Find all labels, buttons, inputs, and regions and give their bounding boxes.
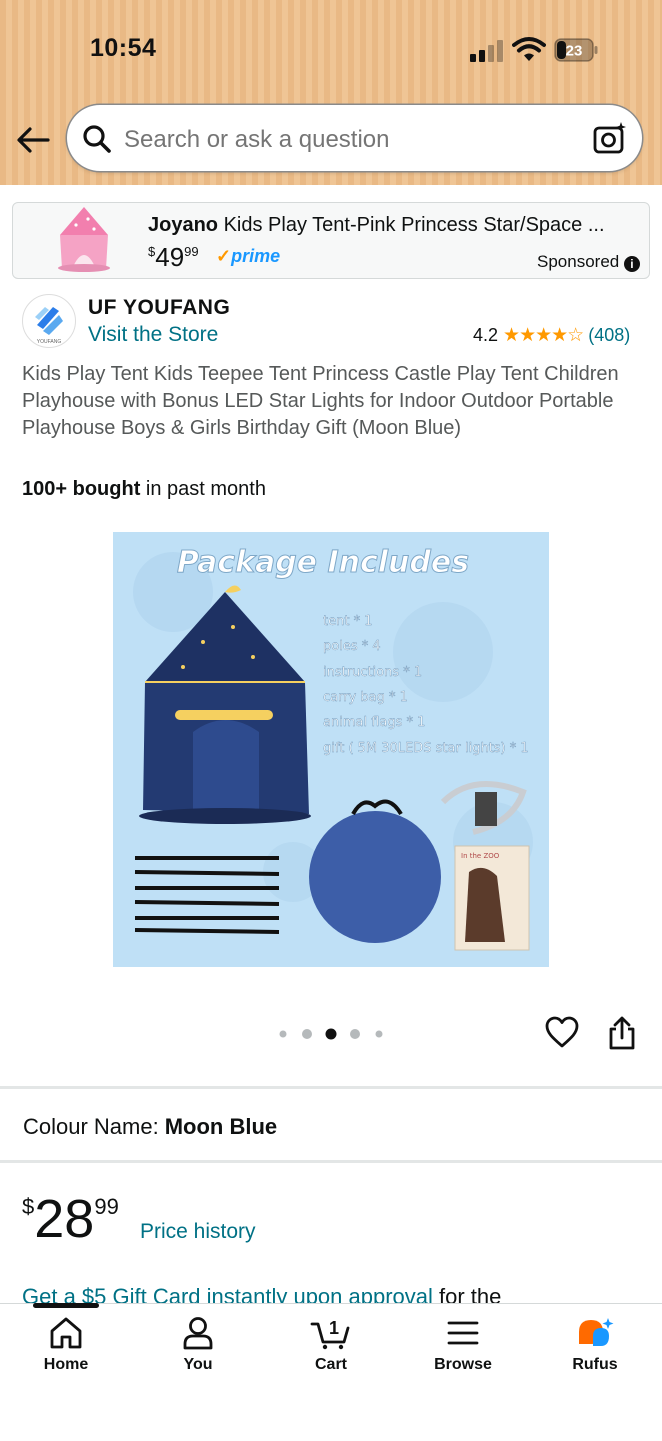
nav-you[interactable]: You bbox=[143, 1316, 253, 1374]
heart-icon[interactable] bbox=[545, 1016, 579, 1050]
product-title: Kids Play Tent Kids Teepee Tent Princess… bbox=[22, 363, 619, 439]
status-time: 10:54 bbox=[90, 34, 157, 62]
sponsored-ad-title[interactable]: Joyano Kids Play Tent-Pink Princess Star… bbox=[148, 214, 633, 237]
nav-home[interactable]: Home bbox=[11, 1316, 121, 1374]
visit-store-link[interactable]: Visit the Store bbox=[88, 323, 218, 347]
package-item: poles * 4 bbox=[323, 639, 381, 654]
package-item: animal flags * 1 bbox=[323, 715, 425, 730]
active-tab-indicator bbox=[33, 1303, 99, 1308]
sponsored-label[interactable]: Sponsored i bbox=[537, 252, 640, 272]
camera-search-icon[interactable] bbox=[592, 120, 628, 156]
product-rating[interactable]: 4.2 ★★★★☆ (408) bbox=[473, 324, 630, 347]
nav-cart[interactable]: 1 Cart bbox=[276, 1316, 386, 1374]
nav-browse[interactable]: Browse bbox=[408, 1316, 518, 1374]
package-item: carry bag * 1 bbox=[323, 690, 408, 705]
cellular-signal-icon bbox=[470, 40, 504, 62]
package-item: instructions * 1 bbox=[323, 665, 422, 680]
prime-badge: ✓prime bbox=[216, 246, 281, 266]
nav-rufus[interactable]: Rufus bbox=[540, 1316, 650, 1374]
carousel-dots[interactable] bbox=[278, 1026, 388, 1042]
youfang-logo-icon: YOUFANG bbox=[35, 307, 63, 345]
divider bbox=[0, 1086, 662, 1089]
sponsored-ad-price: $4999 bbox=[148, 242, 199, 272]
pink-tent-thumbnail[interactable] bbox=[54, 205, 114, 275]
info-icon[interactable]: i bbox=[623, 256, 640, 272]
rufus-icon bbox=[579, 1318, 614, 1346]
product-price: $2899 bbox=[22, 1189, 119, 1249]
star-rating-icon: ★★★★☆ bbox=[503, 325, 584, 346]
back-arrow-icon[interactable] bbox=[14, 122, 54, 158]
cart-icon: 1 bbox=[310, 1318, 350, 1350]
search-icon bbox=[83, 125, 111, 153]
wifi-icon bbox=[512, 37, 546, 61]
package-item: gift ( 5M 30LEDS star lights) * 1 bbox=[323, 741, 529, 756]
colour-selector[interactable]: Colour Name: Moon Blue bbox=[23, 1114, 277, 1140]
search-input[interactable] bbox=[124, 126, 564, 154]
store-logo[interactable]: YOUFANG bbox=[22, 294, 76, 348]
price-history-link[interactable]: Price history bbox=[140, 1220, 256, 1244]
svg-text:YOUFANG: YOUFANG bbox=[37, 339, 62, 345]
product-image[interactable]: Package Includes tent * 1 poles * 4 inst… bbox=[113, 532, 549, 967]
battery-level: 23 bbox=[566, 43, 583, 60]
nav-label: Home bbox=[43, 1356, 89, 1373]
divider bbox=[0, 1160, 662, 1163]
nav-label: You bbox=[183, 1356, 213, 1373]
battery-icon: 23 bbox=[554, 38, 598, 62]
nav-label: Browse bbox=[434, 1356, 492, 1373]
home-icon bbox=[50, 1317, 82, 1349]
nav-label: Cart bbox=[314, 1356, 347, 1373]
share-icon[interactable] bbox=[607, 1016, 637, 1050]
nav-label: Rufus bbox=[572, 1356, 618, 1373]
menu-icon bbox=[447, 1321, 479, 1345]
cart-count-badge: 1 bbox=[329, 1318, 339, 1338]
svg-text:In the ZOO: In the ZOO bbox=[461, 852, 500, 860]
store-name: UF YOUFANG bbox=[88, 296, 231, 319]
package-item: tent * 1 bbox=[323, 614, 372, 629]
person-icon bbox=[183, 1317, 213, 1350]
image-heading: Package Includes bbox=[177, 545, 469, 580]
bought-count: 100+ bought in past month bbox=[22, 478, 266, 500]
